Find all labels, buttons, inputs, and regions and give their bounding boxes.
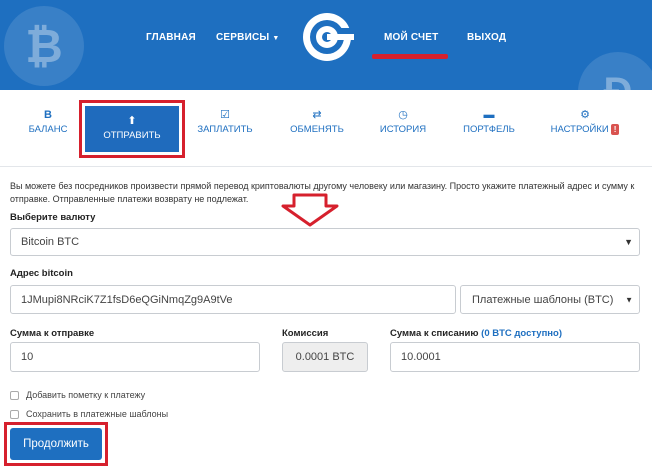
tab-settings[interactable]: ⚙ НАСТРОЙКИ! <box>540 108 630 150</box>
tab-history[interactable]: ◷ ИСТОРИЯ <box>358 108 448 150</box>
currency-select[interactable]: Bitcoin BTC ▼ <box>10 228 640 256</box>
bitcoin-coin-decoration-icon: ₿ <box>4 6 84 86</box>
nav-my-account[interactable]: МОЙ СЧЕТ <box>384 32 438 43</box>
continue-button[interactable]: Продолжить <box>10 428 102 460</box>
tab-balance-label: БАЛАНС <box>28 124 68 135</box>
currency-select-value: Bitcoin BTC <box>21 236 80 248</box>
checkbox-box[interactable] <box>10 390 19 400</box>
save-template-label: Сохранить в платежные шаблоны <box>26 409 169 419</box>
amount-input[interactable]: 10 <box>10 342 260 372</box>
fee-value: 0.0001 BTC <box>295 351 355 363</box>
exchange-arrows-icon: ⇄ <box>312 109 322 121</box>
tab-send[interactable]: ⬆ ОТПРАВИТЬ <box>85 106 179 152</box>
gear-icon: ⚙ <box>580 109 590 121</box>
debit-input-value: 10.0001 <box>401 351 441 363</box>
amount-input-value: 10 <box>21 351 34 363</box>
payment-templates-button[interactable]: Платежные шаблоны (BTC) ▼ <box>460 285 640 314</box>
address-input-value: 1JMupi8NRciK7Z1fsD6eQGiNmqZg9A9tVe <box>21 293 233 306</box>
tab-wallet[interactable]: ▬ ПОРТФЕЛЬ <box>444 108 534 150</box>
nav-services[interactable]: СЕРВИСЫ ▼ <box>216 32 280 43</box>
address-input[interactable]: 1JMupi8NRciK7Z1fsD6eQGiNmqZg9A9tVe <box>10 285 456 314</box>
settings-alert-badge: ! <box>610 124 620 135</box>
tab-pay-label: ЗАПЛАТИТЬ <box>197 124 253 135</box>
clock-icon: ◷ <box>398 109 408 121</box>
dropdown-caret-icon: ▼ <box>624 237 633 247</box>
tab-history-label: ИСТОРИЯ <box>379 124 427 135</box>
tab-exchange-label: ОБМЕНЯТЬ <box>290 124 344 135</box>
debit-input[interactable]: 10.0001 <box>390 342 640 372</box>
add-note-label: Добавить пометку к платежу <box>26 390 146 400</box>
nav-logout[interactable]: ВЫХОД <box>467 32 506 43</box>
debit-label-text: Сумма к списанию <box>390 328 479 339</box>
payment-templates-label: Платежные шаблоны (BTC) <box>472 293 614 306</box>
tab-send-label: ОТПРАВИТЬ <box>103 130 161 141</box>
available-balance-note: (0 BTC доступно) <box>481 328 563 339</box>
caret-down-icon: ▼ <box>625 295 633 304</box>
site-logo-icon[interactable] <box>300 10 354 64</box>
checkbox-box[interactable] <box>10 409 19 419</box>
down-arrow-annotation-icon <box>281 193 339 227</box>
coin-decoration-icon: Đ <box>578 52 652 90</box>
top-header: ₿ Đ ГЛАВНАЯ СЕРВИСЫ ▼ МОЙ СЧЕТ ВЫХОД <box>0 0 652 90</box>
debit-label: Сумма к списанию (0 BTC доступно) <box>390 328 562 339</box>
tab-exchange[interactable]: ⇄ ОБМЕНЯТЬ <box>272 108 362 150</box>
briefcase-icon: ▬ <box>483 109 495 121</box>
nav-services-label: СЕРВИСЫ <box>216 32 270 43</box>
fee-field: 0.0001 BTC <box>282 342 368 372</box>
tab-pay[interactable]: ☑ ЗАПЛАТИТЬ <box>180 108 270 150</box>
address-label: Адрес bitcoin <box>10 268 73 279</box>
save-template-checkbox[interactable]: Сохранить в платежные шаблоны <box>10 409 168 419</box>
checkbox-icon: ☑ <box>220 109 230 121</box>
amount-label: Сумма к отправке <box>10 328 95 339</box>
tab-wallet-label: ПОРТФЕЛЬ <box>463 124 515 135</box>
add-note-checkbox[interactable]: Добавить пометку к платежу <box>10 390 145 400</box>
upload-icon: ⬆ <box>127 115 137 127</box>
active-nav-underline <box>372 54 448 59</box>
tab-settings-label: НАСТРОЙКИ <box>550 124 609 135</box>
fee-label: Комиссия <box>282 328 329 339</box>
tabs-divider <box>0 166 652 167</box>
currency-label: Выберите валюту <box>10 212 96 223</box>
nav-home[interactable]: ГЛАВНАЯ <box>146 32 196 43</box>
chevron-down-icon: ▼ <box>272 35 280 42</box>
